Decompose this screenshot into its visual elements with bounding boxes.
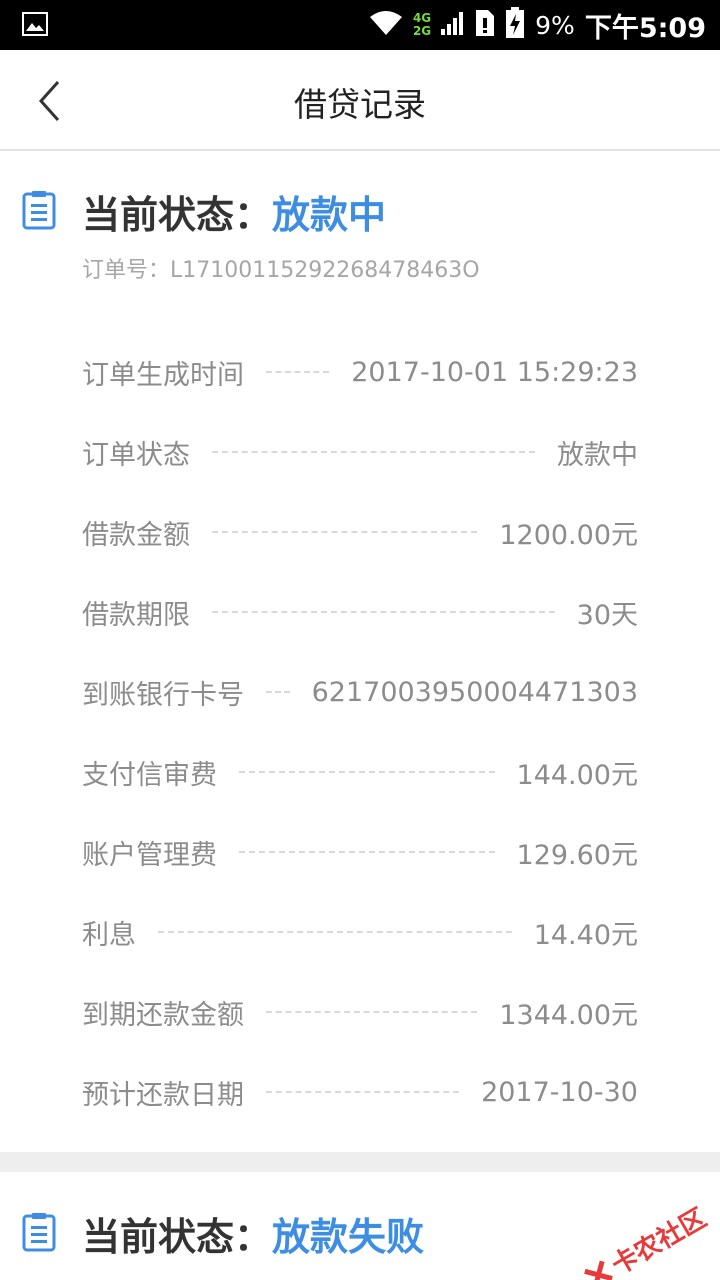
detail-row-bank-card: 到账银行卡号 6217003950004471303 xyxy=(82,652,638,732)
detail-label: 到期还款金额 xyxy=(82,999,244,1031)
status-label: 当前状态： xyxy=(82,1215,273,1259)
detail-label: 利息 xyxy=(82,919,136,951)
detail-value: 129.60元 xyxy=(516,839,638,871)
status-value: 放款失败 xyxy=(272,1215,425,1259)
clock: 下午5:09 xyxy=(584,12,706,44)
signal-icon xyxy=(441,11,465,39)
dashed-divider xyxy=(212,451,535,453)
dashed-divider xyxy=(239,771,495,773)
detail-row-order-status: 订单状态 放款中 xyxy=(82,412,638,492)
battery-percent: 9% xyxy=(535,10,575,40)
gallery-notification-icon xyxy=(22,12,48,40)
clipboard-icon xyxy=(22,190,56,230)
dashed-divider xyxy=(212,611,555,613)
order-number: 订单号：L17100115292268478463O xyxy=(82,258,480,283)
detail-label: 借款期限 xyxy=(82,599,190,631)
sim-card-icon xyxy=(475,9,495,41)
status-value: 放款中 xyxy=(272,193,387,237)
card-separator xyxy=(0,1152,720,1172)
detail-row-repayment-date: 预计还款日期 2017-10-30 xyxy=(82,1052,638,1132)
dashed-divider xyxy=(158,931,512,933)
detail-label: 订单生成时间 xyxy=(82,359,244,391)
detail-row-repayment-amount: 到期还款金额 1344.00元 xyxy=(82,972,638,1052)
dashed-divider xyxy=(212,531,478,533)
clipboard-icon xyxy=(22,1212,56,1252)
dashed-divider xyxy=(266,1011,478,1013)
detail-row-loan-amount: 借款金额 1200.00元 xyxy=(82,492,638,572)
detail-list: 订单生成时间 2017-10-01 15:29:23 订单状态 放款中 借款金额… xyxy=(82,332,638,1132)
status-bar: 4G 2G 9% 下午5:09 xyxy=(0,0,720,50)
detail-value: 6217003950004471303 xyxy=(311,676,638,708)
status-heading: 当前状态：放款中 xyxy=(82,184,386,239)
detail-value: 14.40元 xyxy=(533,919,638,951)
detail-row-created-time: 订单生成时间 2017-10-01 15:29:23 xyxy=(82,332,638,412)
detail-row-interest: 利息 14.40元 xyxy=(82,892,638,972)
detail-value: 2017-10-30 xyxy=(481,1076,638,1108)
dashed-divider xyxy=(266,371,330,373)
detail-label: 账户管理费 xyxy=(82,839,217,871)
detail-row-loan-term: 借款期限 30天 xyxy=(82,572,638,652)
loan-record-card[interactable]: 当前状态：放款中 订单号：L17100115292268478463O 订单生成… xyxy=(0,152,720,1152)
app-header: 借贷记录 xyxy=(0,50,720,151)
detail-label: 到账银行卡号 xyxy=(82,679,244,711)
dashed-divider xyxy=(266,691,290,693)
detail-value: 1200.00元 xyxy=(499,519,638,551)
detail-value: 2017-10-01 15:29:23 xyxy=(351,356,638,388)
detail-value: 144.00元 xyxy=(516,759,638,791)
detail-row-management-fee: 账户管理费 129.60元 xyxy=(82,812,638,892)
dashed-divider xyxy=(239,851,495,853)
network-type-badge: 4G 2G xyxy=(413,12,431,38)
dashed-divider xyxy=(266,1091,460,1093)
detail-value: 1344.00元 xyxy=(499,999,638,1031)
page-title: 借贷记录 xyxy=(294,85,426,124)
detail-label: 支付信审费 xyxy=(82,759,217,791)
detail-value: 30天 xyxy=(576,599,638,631)
wifi-icon xyxy=(369,10,403,40)
status-heading: 当前状态：放款失败 xyxy=(82,1206,424,1261)
detail-row-review-fee: 支付信审费 144.00元 xyxy=(82,732,638,812)
detail-label: 预计还款日期 xyxy=(82,1079,244,1111)
detail-label: 借款金额 xyxy=(82,519,190,551)
detail-value: 放款中 xyxy=(557,439,638,471)
status-label: 当前状态： xyxy=(82,193,273,237)
network-type-bottom: 2G xyxy=(412,24,432,38)
battery-charging-icon xyxy=(505,7,525,43)
detail-label: 订单状态 xyxy=(82,439,190,471)
